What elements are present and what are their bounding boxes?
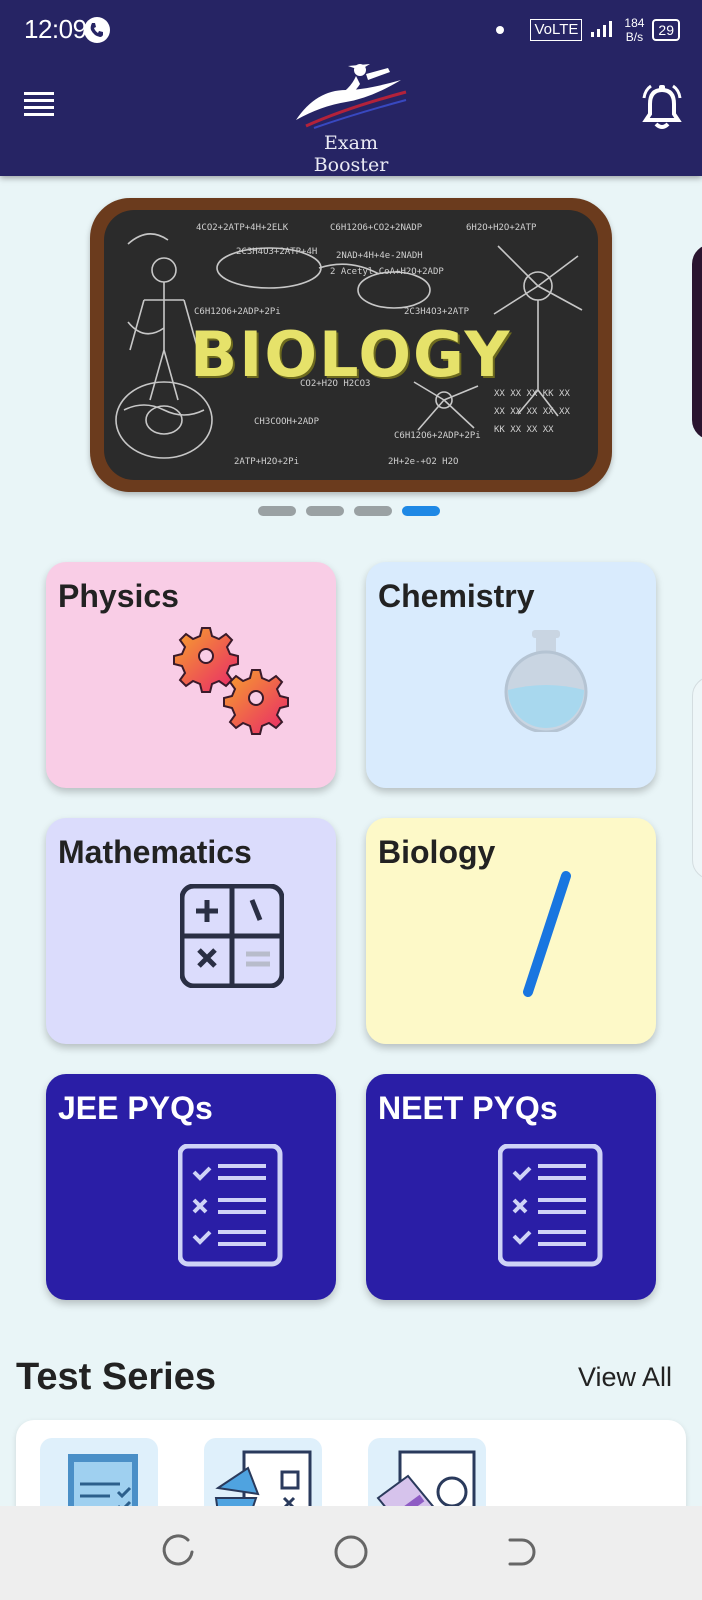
app-header: 12:09 VoLTE 184 B/s 29 Exam Booster	[0, 0, 702, 176]
svg-text:2 Acetyl CoA+H2O+2ADP: 2 Acetyl CoA+H2O+2ADP	[330, 267, 444, 277]
checklist-icon	[178, 1144, 283, 1267]
network-speed-value: 184	[624, 16, 645, 30]
subject-card-title: Biology	[378, 834, 496, 870]
banner-title: BIOLOGY	[190, 318, 512, 391]
subject-card-title: JEE PYQs	[58, 1090, 213, 1126]
status-icons: VoLTE 184 B/s 29	[496, 12, 680, 48]
notification-bell-icon[interactable]	[640, 84, 684, 130]
gears-icon	[173, 627, 289, 735]
subject-card-title: Physics	[58, 578, 179, 614]
svg-text:2H+2e-+O2 H2O: 2H+2e-+O2 H2O	[388, 457, 458, 467]
subject-card-mathematics[interactable]: Mathematics	[46, 818, 336, 1044]
hamburger-menu-icon[interactable]	[22, 88, 56, 122]
subject-card-jee-pyqs[interactable]: JEE PYQs	[46, 1074, 336, 1300]
recent-apps-button[interactable]	[160, 1532, 200, 1572]
banner-carousel[interactable]: 4CO2+2ATP+4H+2ELK C6H12O6+CO2+2NADP 6H2O…	[90, 198, 612, 492]
call-icon	[84, 17, 110, 43]
subject-card-biology[interactable]: Biology	[366, 818, 656, 1044]
svg-text:2NAD+4H+4e-2NADH: 2NAD+4H+4e-2NADH	[336, 251, 423, 261]
svg-text:C6H12O6+2ADP+2Pi: C6H12O6+2ADP+2Pi	[194, 307, 281, 317]
carousel-dot[interactable]	[354, 506, 392, 516]
carousel-dot[interactable]	[306, 506, 344, 516]
svg-text:C6H12O6+2ADP+2Pi: C6H12O6+2ADP+2Pi	[394, 431, 481, 441]
svg-text:C6H12O6+CO2+2NADP: C6H12O6+CO2+2NADP	[330, 223, 423, 233]
status-bar: 12:09 VoLTE 184 B/s 29	[0, 0, 702, 60]
network-speed: 184 B/s	[624, 16, 644, 44]
svg-text:4CO2+2ATP+4H+2ELK: 4CO2+2ATP+4H+2ELK	[196, 223, 289, 233]
biology-banner-image: 4CO2+2ATP+4H+2ELK C6H12O6+CO2+2NADP 6H2O…	[104, 210, 598, 480]
subject-card-neet-pyqs[interactable]: NEET PYQs	[366, 1074, 656, 1300]
notification-dot-icon	[496, 26, 505, 34]
svg-text:2C3H4O3+2ATP: 2C3H4O3+2ATP	[404, 307, 470, 317]
side-panel-peek[interactable]	[692, 676, 702, 880]
next-banner-peek[interactable]	[692, 244, 702, 440]
carousel-dot[interactable]	[258, 506, 296, 516]
back-button[interactable]	[502, 1532, 542, 1572]
subject-card-chemistry[interactable]: Chemistry	[366, 562, 656, 788]
subject-card-title: NEET PYQs	[378, 1090, 558, 1126]
svg-text:2ATP+H2O+2Pi: 2ATP+H2O+2Pi	[234, 457, 299, 467]
flask-icon	[504, 630, 588, 732]
app-logo: Exam Booster	[286, 62, 416, 176]
svg-text:2C3H4O3+2ATP+4H: 2C3H4O3+2ATP+4H	[236, 247, 317, 257]
back-icon	[508, 1538, 536, 1566]
runner-logo-icon	[296, 64, 407, 129]
home-circle-icon	[334, 1535, 368, 1569]
checklist-icon	[498, 1144, 603, 1267]
subject-card-title: Mathematics	[58, 834, 252, 870]
carousel-indicator	[258, 506, 440, 516]
signal-icon	[590, 18, 616, 43]
view-all-link[interactable]: View All	[578, 1362, 672, 1393]
network-speed-unit: B/s	[625, 30, 644, 44]
app-name: Exam Booster	[313, 132, 389, 176]
volte-badge: VoLTE	[530, 19, 583, 41]
subject-card-title: Chemistry	[378, 578, 535, 614]
recent-apps-icon	[162, 1534, 194, 1566]
carousel-dot-active[interactable]	[402, 506, 440, 516]
calculator-icon	[180, 884, 284, 988]
subject-card-physics[interactable]: Physics	[46, 562, 336, 788]
svg-text:6H2O+H2O+2ATP: 6H2O+H2O+2ATP	[466, 223, 537, 233]
svg-text:CH3COOH+2ADP: CH3COOH+2ADP	[254, 417, 320, 427]
status-time: 12:09	[24, 14, 87, 44]
svg-text:XX XX XX XX XX: XX XX XX XX XX	[494, 407, 570, 417]
system-navigation-bar	[0, 1506, 702, 1600]
home-button[interactable]	[331, 1532, 371, 1572]
section-title-test-series: Test Series	[16, 1356, 216, 1398]
svg-text:KK XX XX XX: KK XX XX XX	[494, 425, 554, 435]
dna-icon	[523, 871, 571, 997]
battery-indicator: 29	[652, 19, 680, 41]
